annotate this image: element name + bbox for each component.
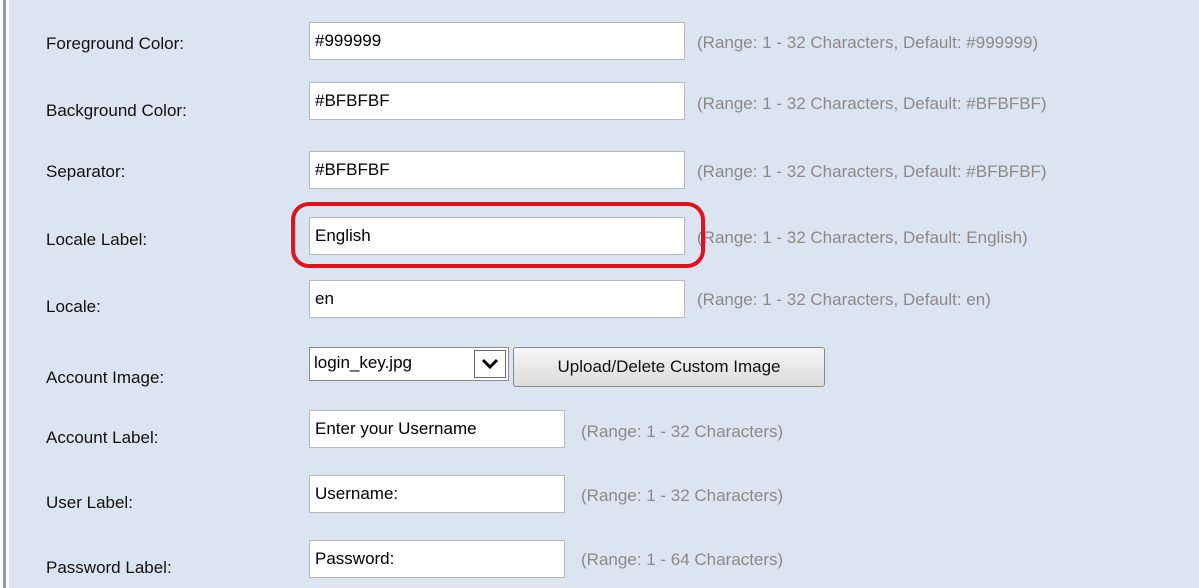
separator-label: Separator: (46, 162, 126, 181)
locale-label-row: Locale Label: English (Range: 1 - 32 Cha… (9, 215, 1199, 265)
foreground-color-row: Foreground Color: #999999 (Range: 1 - 32… (9, 20, 1199, 70)
locale-row: Locale: en (Range: 1 - 32 Characters, De… (9, 280, 1199, 330)
separator-input[interactable]: #BFBFBF (309, 151, 685, 189)
background-color-hint: (Range: 1 - 32 Characters, Default: #BFB… (697, 94, 1047, 113)
user-label-input[interactable]: Username: (309, 475, 565, 513)
locale-label-hint: (Range: 1 - 32 Characters, Default: Engl… (697, 228, 1028, 247)
user-label-label: User Label: (46, 493, 133, 512)
foreground-color-label: Foreground Color: (46, 34, 184, 53)
locale-label: Locale: (46, 297, 101, 316)
password-label-hint: (Range: 1 - 64 Characters) (581, 550, 784, 569)
password-label-label: Password Label: (46, 558, 172, 577)
locale-label-input[interactable]: English (309, 217, 685, 255)
user-label-row: User Label: Username: (Range: 1 - 32 Cha… (9, 473, 1199, 523)
separator-hint: (Range: 1 - 32 Characters, Default: #BFB… (697, 162, 1047, 181)
chevron-down-icon[interactable] (474, 350, 506, 378)
separator-row: Separator: #BFBFBF (Range: 1 - 32 Charac… (9, 151, 1199, 203)
settings-panel: Foreground Color: #999999 (Range: 1 - 32… (9, 0, 1199, 588)
foreground-color-input[interactable]: #999999 (309, 22, 685, 60)
account-label-row: Account Label: Enter your Username (Rang… (9, 408, 1199, 458)
user-label-hint: (Range: 1 - 32 Characters) (581, 486, 784, 505)
upload-delete-image-button[interactable]: Upload/Delete Custom Image (513, 347, 825, 387)
locale-input[interactable]: en (309, 280, 685, 318)
left-border (0, 0, 8, 588)
account-label-hint: (Range: 1 - 32 Characters) (581, 422, 784, 441)
account-image-label: Account Image: (46, 368, 165, 387)
account-label-input[interactable]: Enter your Username (309, 410, 565, 448)
account-label-label: Account Label: (46, 428, 159, 447)
locale-hint: (Range: 1 - 32 Characters, Default: en) (697, 290, 991, 309)
background-color-input[interactable]: #BFBFBF (309, 82, 685, 120)
password-label-input[interactable]: Password: (309, 540, 565, 578)
locale-label-label: Locale Label: (46, 230, 148, 249)
background-color-label: Background Color: (46, 101, 187, 120)
password-label-row: Password Label: Password: (Range: 1 - 64… (9, 538, 1199, 588)
account-image-selected: login_key.jpg (314, 353, 412, 372)
foreground-color-hint: (Range: 1 - 32 Characters, Default: #999… (697, 33, 1039, 52)
background-color-row: Background Color: #BFBFBF (Range: 1 - 32… (9, 82, 1199, 134)
account-image-select[interactable]: login_key.jpg (309, 347, 509, 381)
left-border-line (3, 0, 6, 588)
